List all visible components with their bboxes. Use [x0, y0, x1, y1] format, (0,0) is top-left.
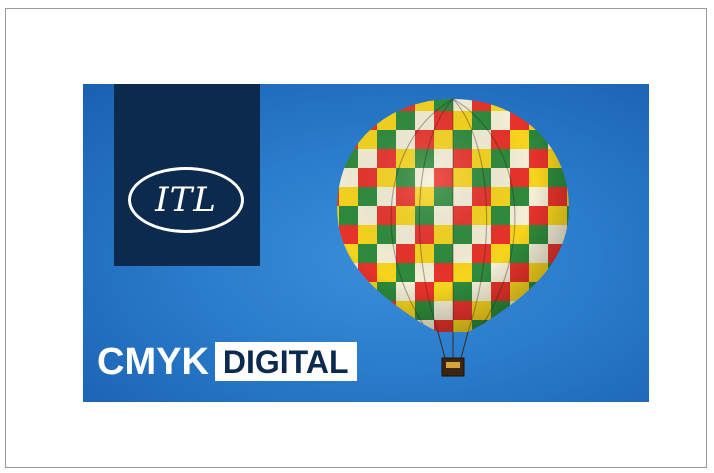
logo-oval: ITL [128, 167, 244, 233]
logo-text: ITL [155, 180, 217, 220]
hot-air-balloon-image [337, 98, 569, 377]
brand-digital-box: DIGITAL [214, 342, 357, 381]
brand-wordmark: CMYK DIGITAL [97, 342, 357, 381]
itl-logo: ITL [114, 84, 260, 266]
brand-digital: DIGITAL [222, 344, 349, 380]
cmyk-digital-banner: ITL CMYK DIGITAL [83, 84, 649, 402]
brand-cmyk: CMYK [97, 340, 209, 383]
